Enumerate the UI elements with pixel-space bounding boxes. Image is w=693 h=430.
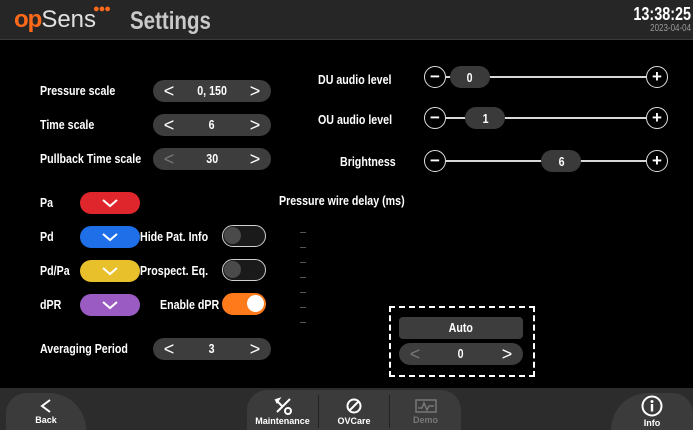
chevron-right-icon[interactable]: > [243,338,267,360]
pa-label: Pa [40,195,54,210]
chevron-down-icon [102,233,118,242]
plus-icon[interactable]: + [646,150,668,172]
chevron-right-icon[interactable]: > [495,343,519,365]
pressure-wire-delay-label: Pressure wire delay (ms) [279,193,405,208]
minus-icon[interactable]: − [424,150,446,172]
averaging-period-label: Averaging Period [40,341,128,356]
prospect-eq-toggle[interactable] [222,259,266,281]
pullback-time-scale-label: Pullback Time scale [40,151,142,166]
plus-icon[interactable]: + [646,107,668,129]
enable-dpr-toggle[interactable] [222,293,266,315]
scale-tick [300,292,306,293]
dpr-label: dPR [40,297,62,312]
pd-color-select[interactable] [80,226,140,248]
maintenance-button[interactable]: Maintenance [247,392,318,430]
brightness-slider[interactable]: − 6 + [424,150,668,172]
pdpa-color-select[interactable] [80,260,140,282]
time-scale-stepper: < 6 > [153,114,271,136]
pressure-wire-delay-stepper: < 0 > [399,343,523,365]
logo-dots-icon: ●●● [93,3,111,15]
minus-icon[interactable]: − [424,66,446,88]
du-audio-level-slider[interactable]: − 0 + [424,66,668,88]
chevron-down-icon [102,199,118,208]
ou-audio-level-slider[interactable]: − 1 + [424,107,668,129]
clock-date: 2023-04-04 [650,23,691,34]
scale-tick [300,247,306,248]
tools-icon [274,396,292,415]
demo-wave-icon [414,398,437,413]
header-bar: opSens ●●● Settings 13:38:25 2023-04-04 [0,0,693,40]
plus-icon[interactable]: + [646,66,668,88]
chevron-down-icon [102,267,118,276]
chevron-right-icon[interactable]: > [243,80,267,102]
du-audio-level-label: DU audio level [318,72,392,87]
hide-pat-info-label: Hide Pat. Info [140,229,209,244]
auto-button[interactable]: Auto [399,317,523,339]
clock: 13:38:25 2023-04-04 [619,4,691,34]
pa-color-select[interactable] [80,192,140,214]
enable-dpr-label: Enable dPR [160,297,220,312]
info-icon [641,395,663,417]
averaging-period-stepper: < 3 > [153,338,271,360]
time-scale-label: Time scale [40,117,95,132]
scale-tick [300,277,306,278]
pressure-scale-stepper: < 0, 150 > [153,80,271,102]
page-title: Settings [130,7,211,35]
ou-audio-level-knob[interactable]: 1 [465,107,506,129]
pdpa-label: Pd/Pa [40,263,70,278]
pressure-scale-label: Pressure scale [40,83,116,98]
dpr-color-select[interactable] [80,294,140,316]
brightness-label: Brightness [340,154,396,169]
chevron-left-icon [40,399,51,413]
chevron-right-icon[interactable]: > [243,148,267,170]
demo-button[interactable]: Demo [390,392,461,430]
scale-tick [300,232,306,233]
no-entry-icon [346,398,362,413]
scale-tick [300,322,306,323]
prospect-eq-label: Prospect. Eq. [140,263,209,278]
brightness-knob[interactable]: 6 [541,150,582,172]
ovcare-button[interactable]: OVCare [319,392,389,430]
chevron-right-icon[interactable]: > [243,114,267,136]
du-audio-level-knob[interactable]: 0 [450,66,490,88]
minus-icon[interactable]: − [424,107,446,129]
opsens-logo: opSens ●●● [14,3,111,33]
pd-label: Pd [40,229,54,244]
scale-tick [300,262,306,263]
scale-tick [300,307,306,308]
ou-audio-level-label: OU audio level [317,112,392,127]
clock-time: 13:38:25 [633,4,691,24]
hide-pat-info-toggle[interactable] [222,225,266,247]
chevron-down-icon [102,301,118,310]
pullback-time-scale-stepper: < 30 > [153,148,271,170]
